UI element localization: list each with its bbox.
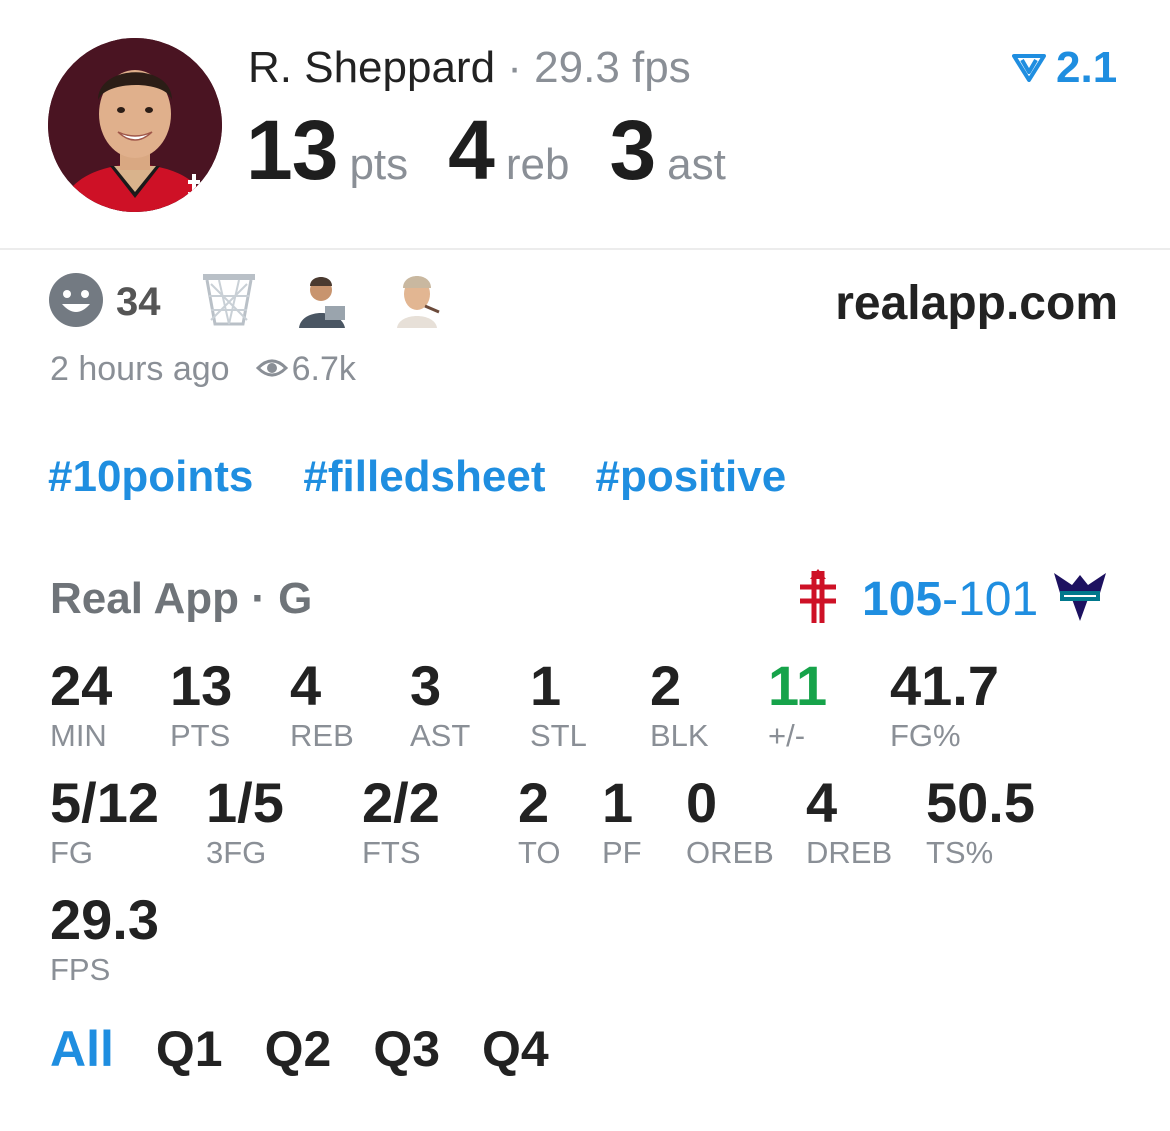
stat-value: 3 <box>410 654 442 717</box>
headline-pts-unit: pts <box>349 140 409 189</box>
stat-label: MIN <box>50 718 107 753</box>
tab-q2[interactable]: Q2 <box>265 1020 332 1078</box>
stat-fg: 5/12 FG <box>50 773 159 871</box>
stat-pf: 1 PF <box>602 773 642 871</box>
stat-ts-pct: 50.5 TS% <box>926 773 1035 871</box>
stat-value: 4 <box>290 654 322 717</box>
headline-statline: 13 pts 4 reb 3 ast <box>246 104 726 196</box>
stat-ast: 3 AST <box>410 656 470 754</box>
stat-value: 5/12 <box>50 771 159 834</box>
stat-reb: 4 REB <box>290 656 354 754</box>
game-score[interactable]: 105 - 101 <box>796 568 1110 630</box>
eye-icon <box>255 350 292 389</box>
rating-value: 2.1 <box>1056 43 1118 92</box>
tab-all[interactable]: All <box>50 1020 114 1078</box>
stat-label: TS% <box>926 835 994 870</box>
stat-min: 24 MIN <box>50 656 112 754</box>
stat-label: TO <box>518 835 561 870</box>
away-score: 101 <box>958 572 1039 626</box>
stat-value: 4 <box>806 771 838 834</box>
reaction-sticker-glasses[interactable] <box>389 272 445 333</box>
home-score: 105 <box>862 572 943 626</box>
headline-ast-unit: ast <box>667 140 726 189</box>
basketball-hoop-icon[interactable] <box>201 272 257 333</box>
stat-fg-pct: 41.7 FG% <box>890 656 999 754</box>
tab-q1[interactable]: Q1 <box>156 1020 223 1078</box>
stat-oreb: 0 OREB <box>686 773 774 871</box>
stat-label: FTS <box>362 835 421 870</box>
stat-value: 11 <box>768 654 828 717</box>
stat-to: 2 TO <box>518 773 561 871</box>
stat-label: PTS <box>170 718 231 753</box>
stat-value: 2/2 <box>362 771 440 834</box>
stat-blk: 2 BLK <box>650 656 709 754</box>
tab-q4[interactable]: Q4 <box>482 1020 549 1078</box>
divider <box>0 248 1170 250</box>
tab-q3[interactable]: Q3 <box>373 1020 440 1078</box>
stat-stl: 1 STL <box>530 656 587 754</box>
reaction-sticker-reading[interactable] <box>295 272 351 333</box>
stat-value: 41.7 <box>890 654 999 717</box>
smiley-icon[interactable] <box>48 272 104 333</box>
reaction-count: 34 <box>116 279 161 324</box>
stat-label: FG <box>50 835 94 870</box>
headline-pts: 13 <box>246 103 338 197</box>
stat-value: 50.5 <box>926 771 1035 834</box>
stat-value: 1/5 <box>206 771 284 834</box>
hornets-logo-icon <box>1050 569 1110 630</box>
stat-label: REB <box>290 718 354 753</box>
stat-label: FG% <box>890 718 961 753</box>
site-link[interactable]: realapp.com <box>835 276 1118 331</box>
reactions-row: 34 <box>48 272 483 332</box>
stat-pts: 13 PTS <box>170 656 232 754</box>
stat-fps: 29.3 FPS <box>50 890 159 988</box>
stat-value: 2 <box>650 654 682 717</box>
headline-ast: 3 <box>609 103 656 197</box>
views: 6.7k <box>255 350 356 389</box>
league-position: Real App · G <box>50 574 313 623</box>
stat-value: 29.3 <box>50 888 159 951</box>
rating-chevron-icon <box>1012 44 1046 92</box>
hashtag[interactable]: #positive <box>595 452 786 502</box>
rockets-logo-icon <box>796 568 840 630</box>
stat-dreb: 4 DREB <box>806 773 892 871</box>
hashtag[interactable]: #10points <box>48 452 253 502</box>
stat-3fg: 1/5 3FG <box>206 773 284 871</box>
hashtags: #10points #filledsheet #positive <box>48 452 836 502</box>
stat-value: 1 <box>602 771 634 834</box>
player-name[interactable]: R. Sheppard <box>248 43 495 92</box>
stat-label: 3FG <box>206 835 267 870</box>
stat-label: OREB <box>686 835 774 870</box>
stat-value: 2 <box>518 771 550 834</box>
header-separator: · <box>495 43 535 92</box>
time-ago: 2 hours ago <box>50 350 230 388</box>
stat-value: 0 <box>686 771 718 834</box>
stat-value: 24 <box>50 654 113 717</box>
stat-label: STL <box>530 718 587 753</box>
stat-label: BLK <box>650 718 709 753</box>
stat-label: DREB <box>806 835 893 870</box>
stat-value: 1 <box>530 654 562 717</box>
stat-value: 13 <box>170 654 233 717</box>
headline-reb-unit: reb <box>505 140 570 189</box>
stat-plus-minus: 11 +/- <box>768 656 827 754</box>
stat-label: +/- <box>768 718 806 753</box>
quarter-tabs: All Q1 Q2 Q3 Q4 <box>50 1020 591 1078</box>
score-dash: - <box>942 572 959 626</box>
rating-badge[interactable]: 2.1 <box>1012 44 1117 92</box>
hashtag[interactable]: #filledsheet <box>303 452 545 502</box>
player-avatar[interactable] <box>48 38 222 212</box>
stat-label: FPS <box>50 952 111 987</box>
stat-fts: 2/2 FTS <box>362 773 440 871</box>
headline-reb: 4 <box>448 103 495 197</box>
stat-label: PF <box>602 835 642 870</box>
stat-label: AST <box>410 718 471 753</box>
view-count: 6.7k <box>291 350 356 388</box>
post-meta: 2 hours ago 6.7k <box>50 350 356 389</box>
player-fps: 29.3 fps <box>534 43 691 92</box>
player-header-line: R. Sheppard · 29.3 fps <box>248 42 691 94</box>
